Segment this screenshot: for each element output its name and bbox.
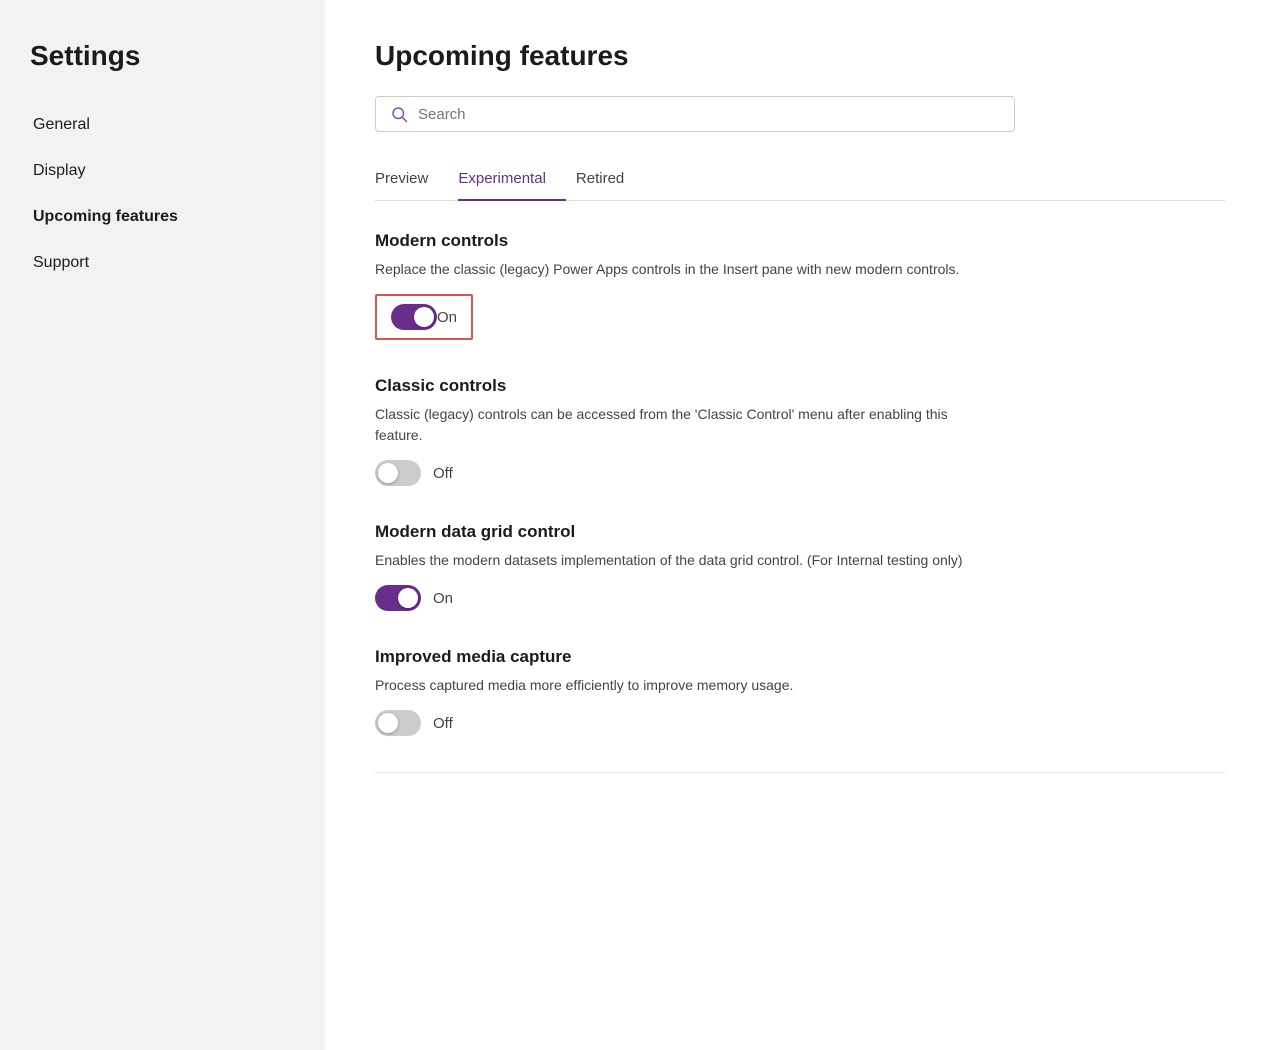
main-content: Upcoming features Preview Experimental R… [325,0,1275,1050]
modern-data-grid-toggle-row: On [375,585,1225,611]
sidebar-item-display[interactable]: Display [0,148,325,194]
feature-improved-media-capture-desc: Process captured media more efficiently … [375,675,975,696]
sidebar: Settings General Display Upcoming featur… [0,0,325,1050]
feature-modern-controls-desc: Replace the classic (legacy) Power Apps … [375,259,975,280]
classic-controls-toggle[interactable] [375,460,421,486]
modern-data-grid-toggle[interactable] [375,585,421,611]
feature-classic-controls-title: Classic controls [375,376,1225,396]
modern-controls-toggle-highlight: On [375,294,473,340]
search-input[interactable] [418,106,1000,123]
sidebar-item-general[interactable]: General [0,102,325,148]
tab-retired[interactable]: Retired [576,160,644,201]
toggle-knob [378,463,398,483]
feature-classic-controls: Classic controls Classic (legacy) contro… [375,376,1225,486]
sidebar-title: Settings [0,40,325,102]
tabs: Preview Experimental Retired [375,160,1225,201]
classic-controls-toggle-row: Off [375,460,1225,486]
toggle-knob [378,713,398,733]
toggle-knob [414,307,434,327]
feature-modern-controls-title: Modern controls [375,231,1225,251]
sidebar-item-upcoming-features[interactable]: Upcoming features [0,194,325,240]
improved-media-capture-toggle[interactable] [375,710,421,736]
improved-media-capture-toggle-row: Off [375,710,1225,736]
modern-controls-toggle[interactable] [391,304,437,330]
page-title: Upcoming features [375,40,1225,72]
search-icon [390,105,408,123]
feature-modern-data-grid: Modern data grid control Enables the mod… [375,522,1225,611]
feature-modern-controls: Modern controls Replace the classic (leg… [375,231,1225,340]
feature-improved-media-capture: Improved media capture Process captured … [375,647,1225,736]
feature-modern-data-grid-desc: Enables the modern datasets implementati… [375,550,975,571]
bottom-divider [375,772,1225,773]
feature-classic-controls-desc: Classic (legacy) controls can be accesse… [375,404,975,446]
feature-modern-data-grid-title: Modern data grid control [375,522,1225,542]
feature-improved-media-capture-title: Improved media capture [375,647,1225,667]
modern-data-grid-toggle-label: On [433,590,453,607]
classic-controls-toggle-label: Off [433,465,453,482]
search-bar [375,96,1015,132]
tab-experimental[interactable]: Experimental [458,160,566,201]
modern-controls-toggle-label: On [437,309,457,326]
sidebar-item-support[interactable]: Support [0,240,325,286]
toggle-knob [398,588,418,608]
improved-media-capture-toggle-label: Off [433,715,453,732]
tab-preview[interactable]: Preview [375,160,448,201]
